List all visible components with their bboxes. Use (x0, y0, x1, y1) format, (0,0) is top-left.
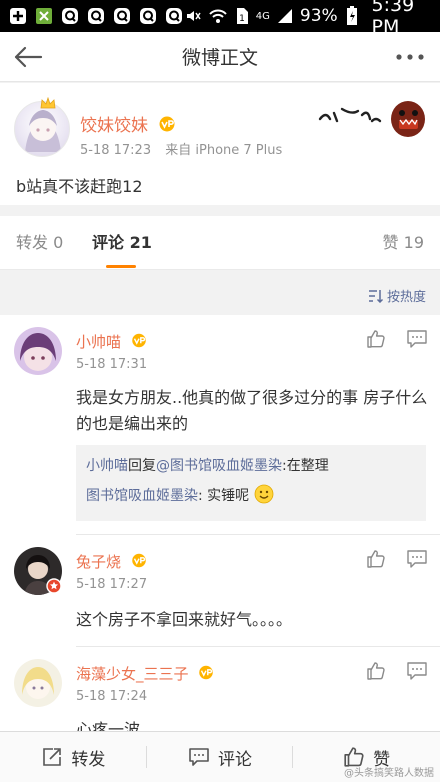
tab-comment[interactable]: 评论 21 (92, 216, 152, 270)
repost-icon (43, 748, 62, 766)
tab-repost[interactable]: 转发 0 (16, 216, 63, 270)
repost-label: 转发 (71, 749, 106, 770)
reply-mention[interactable]: @图书馆吸血姬墨染 (156, 458, 282, 474)
comment-author-name[interactable]: 兔子烧 (76, 553, 121, 571)
tab-active-indicator (106, 265, 136, 268)
page-title: 微博正文 (181, 47, 258, 69)
post-author[interactable]: 饺妹饺妹 (80, 111, 177, 137)
vip-badge-icon (197, 665, 215, 684)
post-author-name[interactable]: 饺妹饺妹 (80, 116, 148, 136)
q-notification-icon (164, 6, 184, 26)
post-source: 来自 iPhone 7 Plus (165, 143, 283, 158)
smile-emoji-icon (254, 484, 274, 515)
domo-decoration-icon (316, 93, 426, 141)
reply-box[interactable]: 小帅喵回复@图书馆吸血姬墨染:在整理 图书馆吸血姬墨染: 实锤呢 (76, 445, 426, 521)
thumbs-up-icon (367, 330, 385, 348)
tab-repost-count: 0 (53, 233, 64, 252)
post-text: b站真不该赶跑12 (16, 177, 143, 196)
comment-author[interactable]: 海藻少女_三三子 (76, 663, 215, 684)
q-notification-icon (60, 6, 80, 26)
signal-icon (276, 6, 294, 26)
comment-bubble-icon (407, 550, 427, 568)
comment-author-name[interactable]: 海藻少女_三三子 (76, 665, 189, 683)
comment-time: 5-18 17:27 (76, 577, 148, 592)
more-dots-icon (396, 54, 424, 60)
comment-text: 这个房子不拿回来就好气。。。。 (76, 610, 293, 629)
comment-item: 兔子烧 5-18 17:27 这个房子不拿回来就好气。。。。 (0, 535, 440, 647)
thumbs-up-icon (367, 550, 385, 568)
more-button[interactable] (390, 40, 430, 74)
avatar[interactable] (14, 659, 62, 707)
post-tabs: 转发 0 评论 21 赞 19 (0, 216, 440, 270)
reply-action: 回复 (128, 458, 156, 474)
arrow-left-icon (14, 46, 43, 68)
q-notification-icon (112, 6, 132, 26)
battery-icon (344, 6, 360, 26)
comment-author[interactable]: 兔子烧 (76, 551, 148, 572)
sim-icon: 1 (234, 6, 250, 26)
comment-reply-button[interactable] (406, 549, 428, 571)
thumbs-up-icon (367, 662, 385, 680)
tab-comment-count: 21 (129, 233, 152, 252)
post-time: 5-18 17:23 (80, 143, 152, 158)
wifi-icon (208, 6, 228, 26)
network-type: 4G (255, 10, 270, 22)
reply-item: 图书馆吸血姬墨染: 实锤呢 (86, 481, 416, 515)
comment-label: 评论 (218, 749, 252, 770)
reply-text: :在整理 (282, 458, 329, 474)
repost-button[interactable]: 转发 (0, 732, 147, 782)
avatar[interactable] (14, 327, 62, 375)
comment-list: 小帅喵 5-18 17:31 我是女方朋友..他真的做了很多过分的事 房子什么的… (0, 315, 440, 731)
sort-by-hot-button[interactable]: 按热度 (368, 286, 426, 305)
q-notification-icon (138, 6, 158, 26)
reply-text: : 实锤呢 (198, 488, 250, 504)
comment-author-name[interactable]: 小帅喵 (76, 333, 121, 351)
comment-text: 我是女方朋友..他真的做了很多过分的事 房子什么的也是编出来的 (76, 388, 428, 433)
comment-time: 5-18 17:31 (76, 357, 148, 372)
bottom-action-bar: 转发 评论 赞 @头条搞笑路人数据 (0, 731, 440, 782)
tab-comment-label: 评论 (92, 233, 125, 252)
comment-bubble-icon (189, 748, 209, 766)
comment-like-button[interactable] (366, 549, 388, 571)
sort-label: 按热度 (386, 290, 426, 305)
comment-button[interactable]: 评论 (147, 732, 294, 782)
comment-text: 心疼一波 (76, 720, 141, 731)
vip-badge-icon (130, 553, 148, 572)
crown-icon (40, 95, 56, 114)
tab-repost-label: 转发 (16, 233, 49, 252)
comment-item: 小帅喵 5-18 17:31 我是女方朋友..他真的做了很多过分的事 房子什么的… (0, 315, 440, 535)
comment-reply-button[interactable] (406, 329, 428, 351)
comment-reply-button[interactable] (406, 661, 428, 683)
reply-author[interactable]: 图书馆吸血姬墨染 (86, 488, 198, 504)
svg-text:1: 1 (239, 14, 245, 24)
watermark: @头条搞笑路人数据 (344, 768, 434, 779)
reply-author[interactable]: 小帅喵 (86, 458, 128, 474)
tab-like-label: 赞 (382, 233, 399, 252)
reply-item: 小帅喵回复@图书馆吸血姬墨染:在整理 (86, 451, 416, 481)
tab-like-count: 19 (403, 233, 424, 252)
battery-percent: 93% (299, 6, 338, 26)
app-notification-icon (34, 6, 54, 26)
comment-item: 海藻少女_三三子 5-18 17:24 心疼一波 (0, 647, 440, 731)
comment-bubble-icon (407, 662, 427, 680)
verified-badge-icon (46, 578, 62, 598)
comment-author[interactable]: 小帅喵 (76, 331, 148, 352)
comment-time: 5-18 17:24 (76, 689, 148, 704)
q-notification-icon (86, 6, 106, 26)
sort-row: 按热度 (0, 280, 440, 314)
post-meta: 5-18 17:23 来自 iPhone 7 Plus (80, 139, 282, 158)
vip-badge-icon (157, 116, 177, 137)
tab-like[interactable]: 赞 19 (383, 216, 424, 270)
comment-like-button[interactable] (366, 329, 388, 351)
comment-like-button[interactable] (366, 661, 388, 683)
back-button[interactable] (10, 40, 46, 74)
mute-icon (184, 6, 202, 26)
vip-badge-icon (130, 333, 148, 352)
add-notification-icon (8, 6, 28, 26)
post-card: 饺妹饺妹 5-18 17:23 来自 iPhone 7 Plus b站真不该赶跑… (0, 83, 440, 205)
comment-bubble-icon (407, 330, 427, 348)
sort-icon (368, 289, 384, 303)
status-bar: 1 4G 93% 5:39 PM (0, 0, 440, 38)
nav-bar: 微博正文 (0, 32, 440, 82)
